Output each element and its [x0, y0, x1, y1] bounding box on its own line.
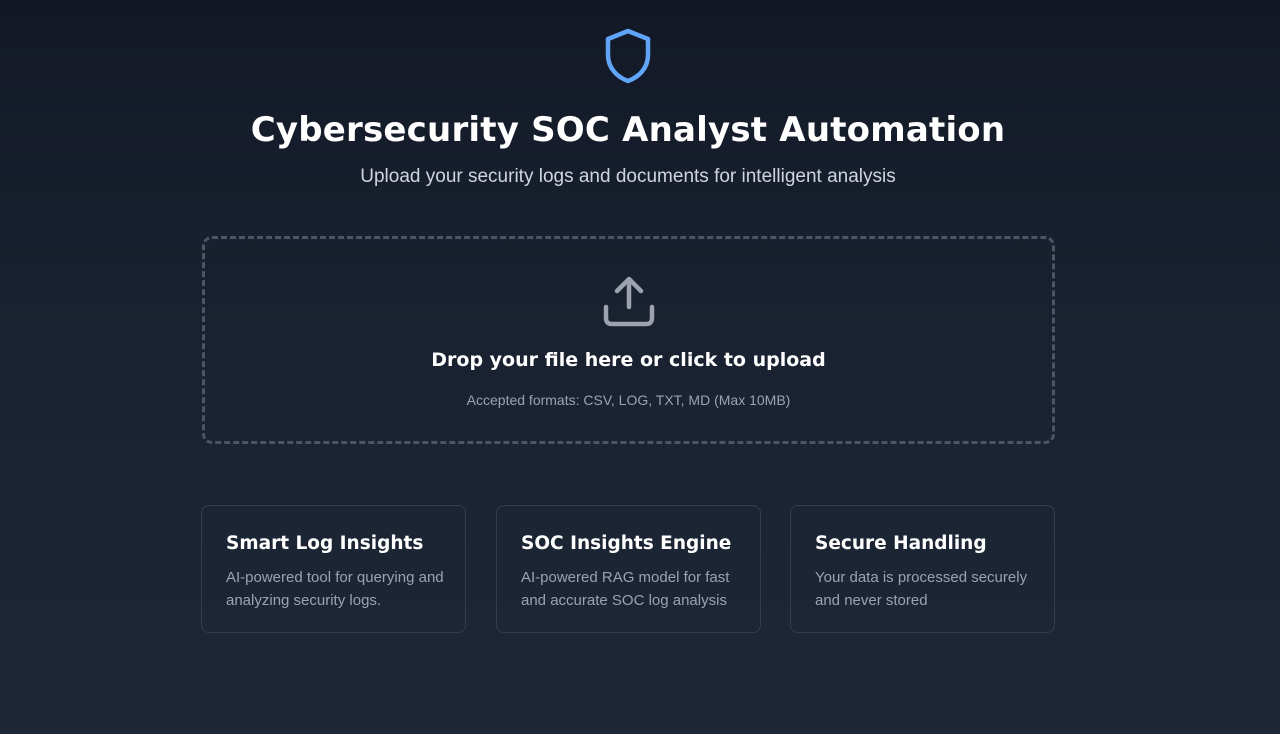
- shield-icon: [605, 28, 651, 84]
- accepted-formats: Accepted formats: CSV, LOG, TXT, MD (Max…: [466, 392, 791, 408]
- feature-card-description: AI-powered tool for querying and analyzi…: [226, 569, 444, 609]
- dropzone-title: Drop your file here or click to upload: [431, 349, 826, 371]
- upload-icon: [603, 276, 655, 327]
- page: Cybersecurity SOC Analyst Automation Upl…: [0, 0, 1280, 734]
- page-subtitle: Upload your security logs and documents …: [360, 166, 896, 187]
- feature-card-description: Your data is processed securely and neve…: [815, 569, 1028, 609]
- feature-card-title: Secure Handling: [815, 533, 987, 554]
- feature-card-title: Smart Log Insights: [226, 533, 424, 554]
- feature-card-soc-insights-engine: SOC Insights Engine AI-powered RAG model…: [496, 505, 761, 633]
- feature-card-secure-handling: Secure Handling Your data is processed s…: [790, 505, 1055, 633]
- page-title: Cybersecurity SOC Analyst Automation: [250, 110, 1006, 150]
- feature-card-smart-log-insights: Smart Log Insights AI-powered tool for q…: [201, 505, 466, 633]
- feature-card-title: SOC Insights Engine: [521, 533, 732, 554]
- file-dropzone[interactable]: Drop your file here or click to upload A…: [202, 236, 1055, 444]
- feature-card-description: AI-powered RAG model for fast and accura…: [521, 569, 730, 609]
